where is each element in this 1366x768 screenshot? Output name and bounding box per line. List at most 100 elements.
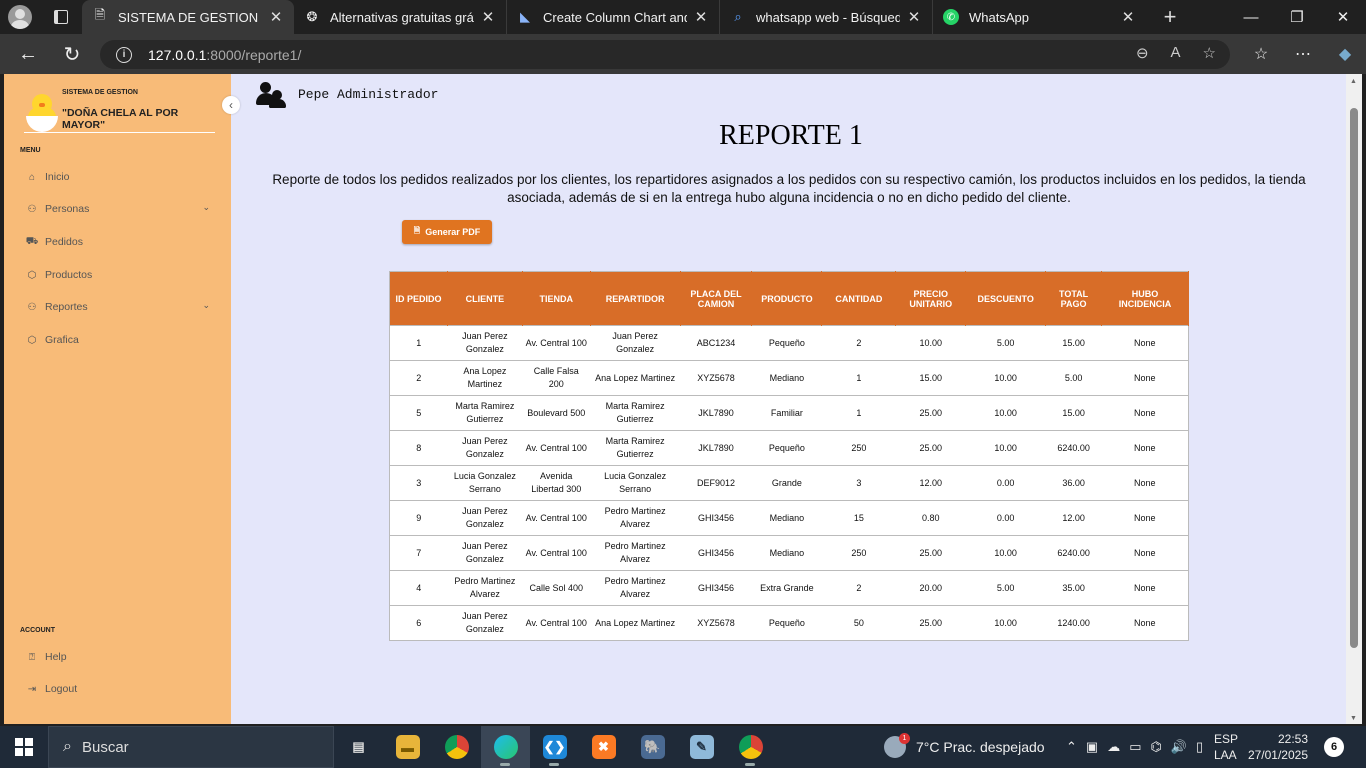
table-cell: 7 bbox=[389, 535, 448, 571]
weather-icon: 1 bbox=[884, 733, 910, 758]
restore-button[interactable]: ❐ bbox=[1274, 0, 1320, 34]
collapse-sidebar-button[interactable]: ‹ bbox=[222, 96, 240, 114]
input-language[interactable]: ESP LAA bbox=[1214, 731, 1238, 763]
chart-icon: ◣ bbox=[520, 9, 530, 24]
task-view-icon: ▤ bbox=[352, 739, 365, 754]
zoom-icon[interactable]: ⊖ bbox=[1136, 44, 1149, 62]
edge-button[interactable] bbox=[481, 726, 530, 768]
vscode-button[interactable]: ❮❯ bbox=[530, 726, 579, 768]
info-icon[interactable]: i bbox=[116, 46, 132, 63]
tab-title: Create Column Chart and Gr bbox=[543, 9, 687, 25]
sidebar-item-inicio[interactable]: ⌂ Inicio bbox=[26, 166, 216, 188]
profile-avatar[interactable] bbox=[0, 0, 40, 34]
tab-title: Alternativas gratuitas gráfica bbox=[330, 9, 474, 25]
xampp-button[interactable]: ✖ bbox=[579, 726, 628, 768]
table-cell: 5 bbox=[389, 395, 448, 431]
table-cell: 25.00 bbox=[895, 535, 966, 571]
favorite-star-icon[interactable]: ☆ bbox=[1203, 44, 1216, 62]
display-icon[interactable]: ▭ bbox=[1129, 739, 1141, 755]
table-cell: 0.80 bbox=[895, 500, 966, 536]
postgres-button[interactable]: 🐘 bbox=[628, 726, 677, 768]
start-button[interactable] bbox=[0, 726, 48, 768]
search-icon: ⌕ bbox=[63, 738, 72, 755]
sidebar-item-pedidos[interactable]: ⛟ Pedidos bbox=[26, 231, 216, 253]
table-cell: Av. Central 100 bbox=[522, 430, 591, 466]
close-window-button[interactable]: ✕ bbox=[1320, 0, 1366, 34]
weather-text: 7°C Prac. despejado bbox=[916, 739, 1045, 755]
minimize-button[interactable]: — bbox=[1228, 0, 1274, 34]
battery-icon[interactable]: ▯ bbox=[1196, 739, 1203, 755]
generate-pdf-button[interactable]: 🗎 Generar PDF bbox=[402, 220, 492, 244]
table-cell: 10.00 bbox=[965, 395, 1046, 431]
read-aloud-icon[interactable]: A bbox=[1171, 44, 1181, 62]
sidebar-item-reportes[interactable]: ⚇ Reportes ⌄ bbox=[26, 296, 216, 318]
chevron-up-icon[interactable]: ⌃ bbox=[1066, 739, 1077, 755]
scroll-down-icon[interactable]: ▼ bbox=[1350, 715, 1357, 722]
user-header: Pepe Administrador bbox=[256, 80, 438, 108]
column-header: REPARTIDOR bbox=[590, 271, 681, 326]
sidebar-item-productos[interactable]: ⬡ Productos bbox=[26, 264, 216, 286]
tab-column-chart[interactable]: ◣ Create Column Chart and Gr ✕ bbox=[507, 0, 720, 34]
sidebar-item-label: Help bbox=[45, 651, 67, 663]
table-row: 6 Juan Perez Gonzalez Av. Central 100 Ana L… bbox=[389, 605, 1189, 641]
reload-button[interactable]: ↻ bbox=[52, 34, 92, 74]
tab-whatsapp[interactable]: ✆ WhatsApp ✕ bbox=[933, 0, 1146, 34]
copilot-icon[interactable]: ◆ bbox=[1324, 44, 1366, 64]
table-cell: Pequeño bbox=[751, 430, 822, 466]
file-icon: 🗎 bbox=[413, 226, 421, 235]
folder-icon: ▬ bbox=[395, 735, 420, 759]
close-icon[interactable]: ✕ bbox=[906, 8, 922, 26]
tab-sistema-gestion[interactable]: 🗎 SISTEMA DE GESTION ✕ bbox=[82, 0, 294, 34]
sidebar-item-personas[interactable]: ⚇ Personas ⌄ bbox=[26, 198, 216, 220]
home-icon: ⌂ bbox=[28, 171, 36, 183]
notepad-button[interactable]: ✎ bbox=[677, 726, 726, 768]
close-icon[interactable]: ✕ bbox=[693, 8, 709, 26]
reload-icon: ↻ bbox=[63, 43, 81, 66]
notification-badge[interactable]: 6 bbox=[1324, 737, 1344, 757]
tab-whatsapp-search[interactable]: ⌕ whatsapp web - Búsqueda ✕ bbox=[720, 0, 933, 34]
user-name: Pepe Administrador bbox=[298, 86, 439, 102]
sidebar-item-grafica[interactable]: ⬡ Grafica bbox=[26, 329, 216, 351]
back-button[interactable]: ← bbox=[8, 34, 48, 74]
scroll-up-icon[interactable]: ▲ bbox=[1350, 78, 1357, 85]
table-cell: 15.00 bbox=[1045, 325, 1102, 361]
url-field[interactable]: i 127.0.0.1:8000/reporte1/ ⊖ A ☆ bbox=[100, 40, 1230, 69]
table-cell: 50 bbox=[821, 605, 896, 641]
table-cell: None bbox=[1101, 360, 1189, 396]
table-cell: 12.00 bbox=[1045, 500, 1102, 536]
page-scrollbar[interactable]: ▲ ▼ bbox=[1346, 74, 1362, 724]
sidebar-item-help[interactable]: ⍰ Help bbox=[26, 646, 216, 668]
tab-alternativas[interactable]: ❂ Alternativas gratuitas gráfica ✕ bbox=[294, 0, 507, 34]
close-icon[interactable]: ✕ bbox=[1120, 8, 1136, 26]
tab-actions-button[interactable] bbox=[40, 0, 82, 34]
more-menu-icon[interactable]: ⋯ bbox=[1282, 44, 1324, 64]
table-cell: Juan Perez Gonzalez bbox=[447, 430, 523, 466]
back-arrow-icon: ← bbox=[18, 42, 38, 65]
cloud-icon[interactable]: ☁ bbox=[1107, 739, 1120, 755]
table-cell: JKL7890 bbox=[680, 395, 752, 431]
chrome-second-button[interactable] bbox=[726, 726, 775, 768]
file-explorer-button[interactable]: ▬ bbox=[383, 726, 432, 768]
new-tab-button[interactable]: + bbox=[1146, 0, 1194, 34]
chrome-button[interactable] bbox=[432, 726, 481, 768]
sidebar-item-logout[interactable]: ⇥ Logout bbox=[26, 678, 216, 700]
close-icon[interactable]: ✕ bbox=[268, 8, 284, 26]
layout-code: LAA bbox=[1214, 748, 1237, 762]
task-view-button[interactable]: ▤ bbox=[334, 726, 383, 768]
weather-widget[interactable]: 1 7°C Prac. despejado bbox=[884, 726, 1045, 768]
table-cell: GHI3456 bbox=[680, 570, 752, 606]
column-header: PRODUCTO bbox=[751, 271, 823, 326]
network-icon[interactable]: ⌬ bbox=[1151, 739, 1162, 755]
volume-icon[interactable]: 🔊 bbox=[1171, 739, 1187, 755]
taskbar-search[interactable]: ⌕ Buscar bbox=[48, 726, 334, 768]
close-icon[interactable]: ✕ bbox=[480, 8, 496, 26]
tab-title: whatsapp web - Búsqueda bbox=[756, 9, 900, 25]
table-cell: 6 bbox=[389, 605, 448, 641]
camera-icon[interactable]: ▣ bbox=[1086, 739, 1098, 755]
scrollbar-thumb[interactable] bbox=[1350, 108, 1358, 648]
table-cell: Marta Ramirez Gutierrez bbox=[590, 430, 681, 466]
table-cell: 20.00 bbox=[895, 570, 966, 606]
clock[interactable]: 22:53 27/01/2025 bbox=[1246, 731, 1308, 763]
table-cell: Mediano bbox=[751, 500, 822, 536]
favorites-icon[interactable]: ☆ bbox=[1240, 44, 1282, 64]
